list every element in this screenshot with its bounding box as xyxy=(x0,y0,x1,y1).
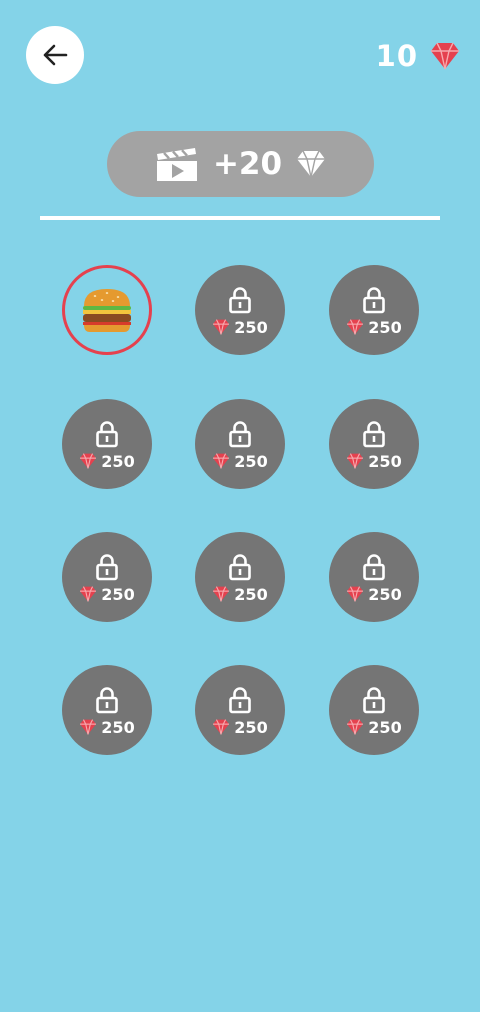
skin-price: 250 xyxy=(79,584,135,604)
skin-price: 250 xyxy=(79,717,135,737)
video-play-icon xyxy=(156,148,197,181)
skin-slot-locked[interactable]: 250 xyxy=(195,665,285,755)
skin-price: 250 xyxy=(346,717,402,737)
gem-icon xyxy=(431,42,459,70)
gem-icon xyxy=(213,719,230,735)
watch-ad-button[interactable]: +20 xyxy=(107,131,374,197)
gem-icon xyxy=(80,719,97,735)
gem-icon xyxy=(80,453,97,469)
burger-icon xyxy=(83,289,131,332)
lock-icon xyxy=(363,553,385,580)
ad-reward-label: +20 xyxy=(212,146,283,182)
skin-price: 250 xyxy=(212,717,268,737)
gem-icon xyxy=(80,586,97,602)
skin-price: 250 xyxy=(212,451,268,471)
lock-icon xyxy=(96,420,118,447)
skin-slot-locked[interactable]: 250 xyxy=(195,399,285,489)
gem-icon xyxy=(297,150,326,178)
skin-slot-locked[interactable]: 250 xyxy=(329,265,419,355)
skin-slot-locked[interactable]: 250 xyxy=(329,399,419,489)
price-value: 250 xyxy=(368,717,402,737)
gem-icon xyxy=(347,586,364,602)
skin-price: 250 xyxy=(212,584,268,604)
lock-icon xyxy=(363,420,385,447)
lock-icon xyxy=(96,686,118,713)
gem-icon xyxy=(347,719,364,735)
lock-icon xyxy=(363,286,385,313)
skin-slot-locked[interactable]: 250 xyxy=(329,665,419,755)
price-value: 250 xyxy=(101,584,135,604)
skin-slot-locked[interactable]: 250 xyxy=(62,399,152,489)
arrow-left-icon xyxy=(43,44,68,66)
gem-icon xyxy=(213,319,230,335)
skin-price: 250 xyxy=(346,317,402,337)
lock-icon xyxy=(229,553,251,580)
skin-slot-locked[interactable]: 250 xyxy=(195,265,285,355)
skin-slot-locked[interactable]: 250 xyxy=(62,532,152,622)
price-value: 250 xyxy=(234,451,268,471)
gem-counter: 10 xyxy=(376,36,460,76)
lock-icon xyxy=(229,420,251,447)
skin-price: 250 xyxy=(212,317,268,337)
lock-icon xyxy=(363,686,385,713)
gem-icon xyxy=(213,453,230,469)
price-value: 250 xyxy=(234,317,268,337)
price-value: 250 xyxy=(101,717,135,737)
lock-icon xyxy=(229,286,251,313)
skin-slot-locked[interactable]: 250 xyxy=(329,532,419,622)
price-value: 250 xyxy=(234,717,268,737)
skin-slot-selected[interactable] xyxy=(62,265,152,355)
skin-price: 250 xyxy=(346,584,402,604)
gem-icon xyxy=(347,453,364,469)
back-button[interactable] xyxy=(26,26,84,84)
skin-price: 250 xyxy=(346,451,402,471)
skin-price: 250 xyxy=(79,451,135,471)
lock-icon xyxy=(229,686,251,713)
price-value: 250 xyxy=(368,317,402,337)
skin-slot-locked[interactable]: 250 xyxy=(62,665,152,755)
lock-icon xyxy=(96,553,118,580)
price-value: 250 xyxy=(234,584,268,604)
gem-count: 10 xyxy=(375,39,418,73)
gem-icon xyxy=(213,586,230,602)
divider xyxy=(40,216,440,220)
price-value: 250 xyxy=(101,451,135,471)
skin-slot-locked[interactable]: 250 xyxy=(195,532,285,622)
price-value: 250 xyxy=(368,584,402,604)
gem-icon xyxy=(347,319,364,335)
price-value: 250 xyxy=(368,451,402,471)
